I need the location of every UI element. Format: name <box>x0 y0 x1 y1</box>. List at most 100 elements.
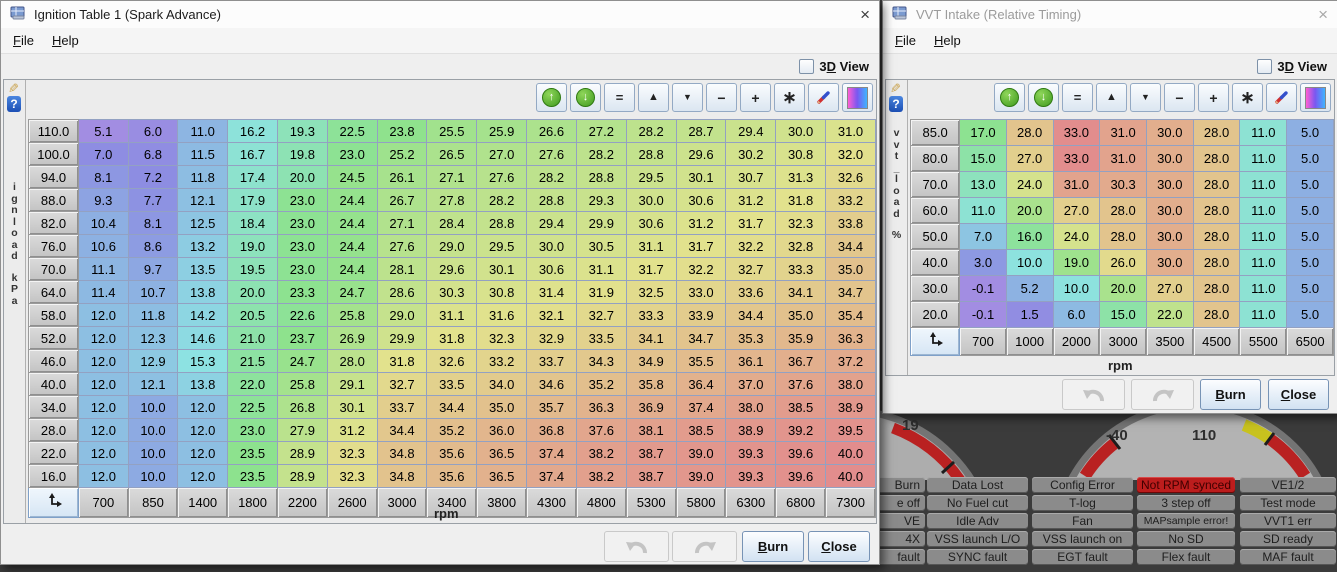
table-cell[interactable]: 12.0 <box>79 419 129 442</box>
table-cell[interactable]: 38.9 <box>826 396 876 419</box>
minus-icon[interactable]: − <box>706 83 737 112</box>
table-cell[interactable]: 12.1 <box>178 189 228 212</box>
table-cell[interactable]: 32.7 <box>726 258 776 281</box>
table-cell[interactable]: 31.7 <box>726 212 776 235</box>
row-header[interactable]: 46.0 <box>29 350 79 373</box>
undo-button[interactable] <box>1062 379 1125 410</box>
table-cell[interactable]: 6.8 <box>128 143 178 166</box>
column-header[interactable]: 4800 <box>576 488 626 518</box>
table-cell[interactable]: 37.0 <box>726 373 776 396</box>
table-cell[interactable]: 11.1 <box>79 258 129 281</box>
pencil-icon[interactable] <box>808 83 839 112</box>
table-cell[interactable]: 25.8 <box>327 304 377 327</box>
close-icon[interactable]: × <box>860 6 870 23</box>
gradient-icon[interactable] <box>842 83 873 112</box>
table-cell[interactable]: 12.9 <box>128 350 178 373</box>
table-cell[interactable]: 29.5 <box>626 166 676 189</box>
row-header[interactable]: 20.0 <box>911 302 960 328</box>
column-header[interactable]: 5300 <box>626 488 676 518</box>
table-cell[interactable]: 23.5 <box>228 442 278 465</box>
table-cell[interactable]: 10.4 <box>79 212 129 235</box>
table-cell[interactable]: 36.5 <box>477 465 527 488</box>
row-header[interactable]: 88.0 <box>29 189 79 212</box>
table-cell[interactable]: 37.2 <box>826 350 876 373</box>
table-cell[interactable]: 28.8 <box>576 166 626 189</box>
table-cell[interactable]: 32.5 <box>626 281 676 304</box>
table-cell[interactable]: 7.2 <box>128 166 178 189</box>
table-cell[interactable]: 39.6 <box>776 442 826 465</box>
table-cell[interactable]: 25.9 <box>477 120 527 143</box>
table-cell[interactable]: 34.1 <box>776 281 826 304</box>
set-equal-icon[interactable]: = <box>604 83 635 112</box>
table-cell[interactable]: 21.5 <box>228 350 278 373</box>
table-cell[interactable]: 33.5 <box>576 327 626 350</box>
table-cell[interactable]: 31.7 <box>626 258 676 281</box>
table-cell[interactable]: 27.0 <box>1006 146 1053 172</box>
table-cell[interactable]: 36.7 <box>776 350 826 373</box>
table-cell[interactable]: 5.0 <box>1287 172 1334 198</box>
row-header[interactable]: 28.0 <box>29 419 79 442</box>
table-cell[interactable]: 33.7 <box>527 350 577 373</box>
table-cell[interactable]: 32.8 <box>776 235 826 258</box>
table-cell[interactable]: 35.6 <box>427 465 477 488</box>
decrease-icon[interactable]: ▼ <box>672 83 703 112</box>
table-cell[interactable]: 12.0 <box>178 396 228 419</box>
table-cell[interactable]: 30.1 <box>327 396 377 419</box>
table-cell[interactable]: 36.9 <box>626 396 676 419</box>
table-cell[interactable]: 28.0 <box>327 350 377 373</box>
row-header[interactable]: 34.0 <box>29 396 79 419</box>
close-button[interactable]: Close <box>808 531 870 562</box>
redo-button[interactable] <box>672 531 737 562</box>
table-cell[interactable]: -0.1 <box>960 276 1006 302</box>
table-cell[interactable]: 32.1 <box>527 304 577 327</box>
table-cell[interactable]: 27.8 <box>427 189 477 212</box>
table-cell[interactable]: 30.7 <box>726 166 776 189</box>
table-cell[interactable]: 31.0 <box>1100 146 1147 172</box>
table-cell[interactable]: 35.8 <box>626 373 676 396</box>
table-cell[interactable]: 29.0 <box>377 304 427 327</box>
table-cell[interactable]: 36.3 <box>826 327 876 350</box>
table-cell[interactable]: 27.2 <box>576 120 626 143</box>
table-cell[interactable]: 10.0 <box>128 396 178 419</box>
table-cell[interactable]: 23.0 <box>277 189 327 212</box>
table-cell[interactable]: 7.7 <box>128 189 178 212</box>
menu-file[interactable]: File <box>5 31 42 50</box>
table-cell[interactable]: 39.5 <box>826 419 876 442</box>
table-cell[interactable]: 12.0 <box>79 373 129 396</box>
table-cell[interactable]: 16.0 <box>1006 224 1053 250</box>
table-cell[interactable]: 37.4 <box>527 465 577 488</box>
table-cell[interactable]: 39.3 <box>726 442 776 465</box>
table-cell[interactable]: 35.0 <box>826 258 876 281</box>
send-arrow-icon[interactable]: ↓ <box>570 83 601 112</box>
table-cell[interactable]: 28.2 <box>477 189 527 212</box>
table-cell[interactable]: 22.5 <box>228 396 278 419</box>
table-cell[interactable]: 28.6 <box>377 281 427 304</box>
table-cell[interactable]: 10.7 <box>128 281 178 304</box>
minus-icon[interactable]: − <box>1164 83 1195 112</box>
column-header[interactable]: 5500 <box>1240 328 1287 356</box>
table-cell[interactable]: 5.0 <box>1287 302 1334 328</box>
table-cell[interactable]: 31.0 <box>1053 172 1100 198</box>
table-cell[interactable]: 28.0 <box>1193 250 1240 276</box>
table-cell[interactable]: 29.4 <box>726 120 776 143</box>
row-header[interactable]: 70.0 <box>29 258 79 281</box>
table-cell[interactable]: 32.7 <box>576 304 626 327</box>
table-cell[interactable]: 29.0 <box>427 235 477 258</box>
table-cell[interactable]: 28.2 <box>576 143 626 166</box>
table-cell[interactable]: 38.0 <box>726 396 776 419</box>
table-cell[interactable]: 31.1 <box>626 235 676 258</box>
table-cell[interactable]: 34.3 <box>576 350 626 373</box>
table-cell[interactable]: 15.3 <box>178 350 228 373</box>
table-cell[interactable]: 24.4 <box>327 189 377 212</box>
row-header[interactable]: 30.0 <box>911 276 960 302</box>
restore-arrow-icon[interactable]: ↑ <box>994 83 1025 112</box>
table-cell[interactable]: 25.5 <box>427 120 477 143</box>
table-cell[interactable]: 12.0 <box>79 465 129 488</box>
table-cell[interactable]: 33.0 <box>1053 146 1100 172</box>
table-cell[interactable]: 31.8 <box>776 189 826 212</box>
table-cell[interactable]: 32.2 <box>726 235 776 258</box>
table-cell[interactable]: 10.0 <box>128 442 178 465</box>
table-cell[interactable]: 24.7 <box>327 281 377 304</box>
table-cell[interactable]: 35.6 <box>427 442 477 465</box>
table-cell[interactable]: 33.8 <box>826 212 876 235</box>
